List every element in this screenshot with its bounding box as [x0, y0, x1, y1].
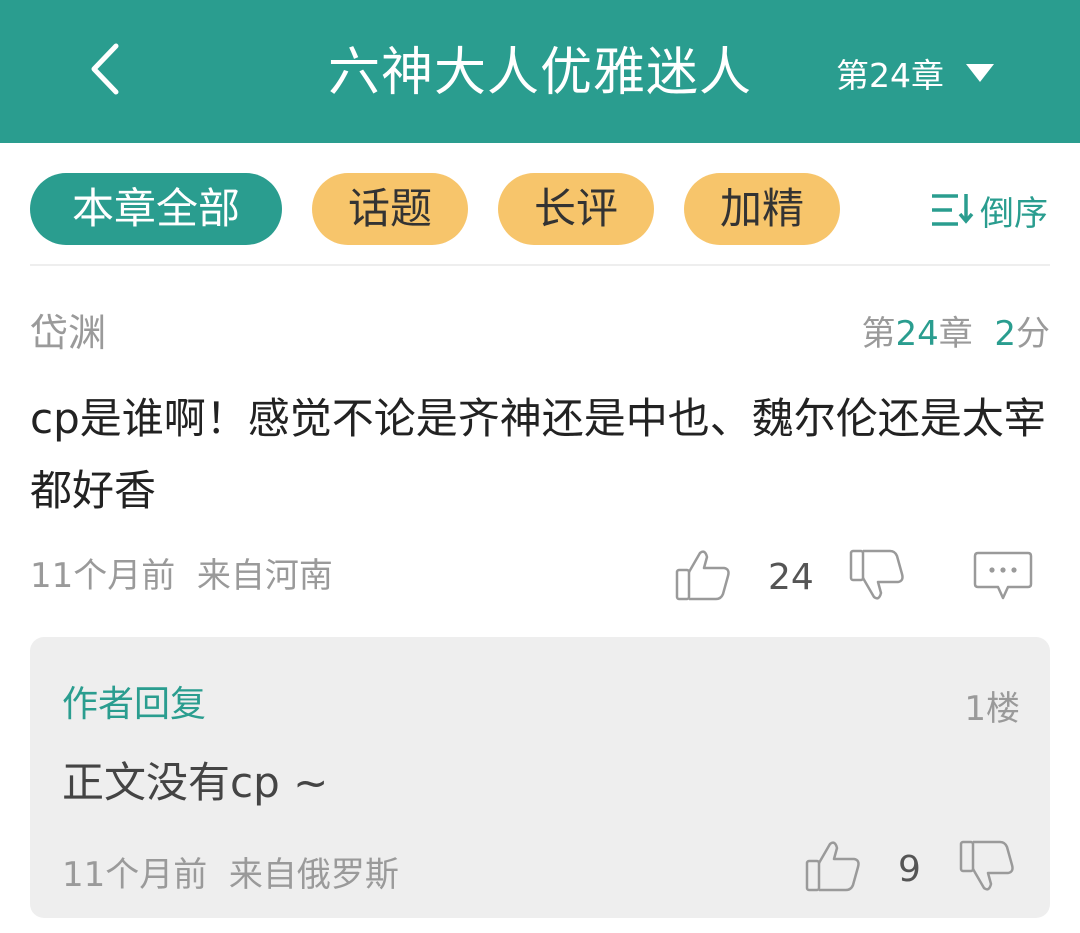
comment-username[interactable]: 岱渊: [30, 302, 106, 357]
sort-icon: [932, 194, 974, 226]
reply-body: 正文没有cp ~: [62, 758, 329, 807]
triangle-down-icon: [966, 64, 994, 82]
filter-featured-chip[interactable]: 加精: [684, 173, 840, 245]
filter-review-chip[interactable]: 长评: [498, 173, 654, 245]
filter-topic-chip[interactable]: 话题: [312, 173, 468, 245]
score-suffix: 分: [1016, 314, 1050, 354]
comment-bubble-icon[interactable]: [972, 550, 1034, 602]
sort-button[interactable]: 倒序: [930, 187, 1048, 234]
filter-all-chip[interactable]: 本章全部: [30, 173, 282, 245]
reply-floor: 1楼: [964, 689, 1020, 729]
sort-label: 倒序: [980, 193, 1048, 234]
comment-body: cp是谁啊！感觉不论是齐神还是中也、魏尔伦还是太宰都好香: [30, 394, 1046, 515]
score-number: 2: [994, 314, 1016, 354]
top-bar: 六神大人优雅迷人 第24章: [0, 0, 1080, 143]
comment-time: 11个月前 来自河南: [30, 556, 333, 596]
thumbs-up-icon[interactable]: [674, 548, 732, 602]
page-title: 六神大人优雅迷人: [327, 43, 752, 103]
thumbs-down-icon[interactable]: [848, 548, 906, 602]
chapter-number: 24: [895, 314, 939, 354]
reply-time: 11个月前 来自俄罗斯: [62, 855, 399, 895]
thumbs-up-icon[interactable]: [804, 839, 862, 893]
chapter-label: 第24章: [836, 56, 944, 95]
filter-bar: 本章全部 话题 长评 加精 倒序: [30, 173, 1050, 247]
comment-meta: 第24章 2分: [861, 306, 1050, 355]
like-count: 24: [768, 557, 814, 598]
chapter-prefix: 第: [861, 314, 896, 354]
divider: [30, 264, 1050, 266]
author-reply-box: 作者回复 1楼 正文没有cp ~ 11个月前 来自俄罗斯 9: [30, 637, 1050, 918]
chevron-left-icon: [91, 43, 119, 95]
chapter-suffix: 章: [938, 314, 973, 354]
back-button[interactable]: [80, 34, 136, 104]
reply-label: 作者回复: [62, 684, 207, 725]
chapter-dropdown[interactable]: 第24章: [836, 48, 994, 98]
thumbs-down-icon[interactable]: [958, 839, 1016, 893]
reply-like-count: 9: [898, 849, 921, 890]
